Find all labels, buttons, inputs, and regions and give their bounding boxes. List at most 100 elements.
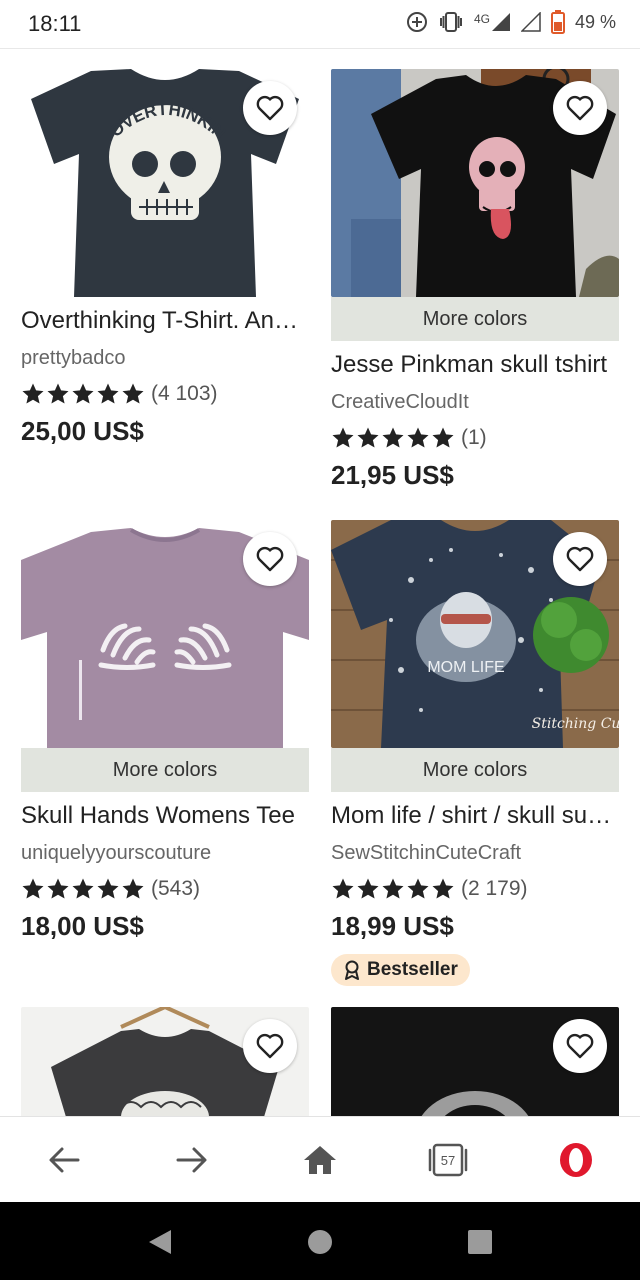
star-icon [357, 427, 379, 448]
price: 21,95 US$ [331, 460, 454, 490]
tabs-button[interactable]: 57 [416, 1128, 480, 1192]
product-image[interactable] [331, 69, 619, 297]
system-recents-icon[interactable] [466, 1228, 494, 1256]
product-card[interactable]: MOM LIFE Stitching Cute More colors Mom … [331, 520, 619, 986]
rating: (4 103) [21, 380, 309, 408]
product-title[interactable]: Overthinking T-Shirt. Anxiety Shirt [21, 307, 309, 335]
star-icon [47, 383, 69, 404]
star-icon [47, 878, 69, 899]
review-count: (543) [151, 877, 201, 900]
star-icon [122, 878, 144, 899]
vibrate-icon [438, 11, 464, 33]
status-time: 18:11 [28, 11, 82, 36]
star-icon [382, 878, 404, 899]
product-title[interactable]: Skull Hands Womens Tee [21, 802, 309, 830]
rating: (543) [21, 875, 309, 903]
product-image[interactable]: MOM LIFE Stitching Cute [331, 520, 619, 748]
product-card[interactable] [331, 1007, 619, 1116]
back-icon [49, 1147, 80, 1173]
badge-label: Bestseller [367, 959, 458, 980]
price: 18,00 US$ [21, 911, 144, 941]
rating: (1) [331, 424, 619, 452]
battery-percent: 49 % [574, 11, 616, 32]
more-colors-bar[interactable]: More colors [331, 297, 619, 341]
shop-name[interactable]: prettybadco [21, 347, 309, 370]
product-title[interactable]: Jesse Pinkman skull tshirt [331, 351, 619, 379]
product-image[interactable] [21, 1007, 309, 1116]
opera-menu-button[interactable] [544, 1128, 608, 1192]
back-button[interactable] [32, 1128, 96, 1192]
rating: (2 179) [331, 875, 619, 903]
signal-empty-icon [520, 12, 541, 32]
favorite-button[interactable] [553, 532, 607, 586]
product-title[interactable]: Mom life / shirt / skull sunglasses [331, 802, 619, 830]
shop-name[interactable]: uniquelyyourscouture [21, 842, 309, 865]
favorite-button[interactable] [553, 1019, 607, 1073]
shirt-print-text: MOM LIFE [427, 659, 504, 676]
product-image[interactable]: OVERTHINKING [21, 69, 309, 297]
product-feed[interactable]: OVERTHINKING Overthinking T-Shirt. Anxie… [0, 49, 640, 1116]
status-icons: 4G 49 % [406, 10, 616, 34]
star-icon [22, 383, 44, 404]
network-type: 4G [473, 12, 490, 26]
heart-icon [256, 546, 284, 572]
star-icon [432, 427, 454, 448]
watermark-text: Stitching Cute [532, 716, 619, 732]
product-image[interactable] [21, 520, 309, 748]
star-icon [332, 427, 354, 448]
data-saver-icon [406, 11, 428, 33]
product-card[interactable]: OVERTHINKING Overthinking T-Shirt. Anxie… [21, 69, 309, 447]
star-icon [407, 878, 429, 899]
bestseller-badge: Bestseller [331, 954, 470, 986]
award-ribbon-icon [345, 960, 359, 980]
signal-4g-icon: 4G [474, 12, 511, 32]
more-colors-bar[interactable]: More colors [21, 748, 309, 792]
battery-icon [550, 10, 565, 34]
price: 18,99 US$ [331, 911, 454, 941]
product-card[interactable]: More colors Skull Hands Womens Tee uniqu… [21, 520, 309, 942]
system-home-icon[interactable] [306, 1228, 334, 1256]
star-icon [357, 878, 379, 899]
shop-name[interactable]: SewStitchinCuteCraft [331, 842, 619, 865]
heart-icon [566, 1033, 594, 1059]
heart-icon [566, 95, 594, 121]
product-image[interactable] [331, 1007, 619, 1116]
star-rating [331, 426, 455, 450]
star-icon [382, 427, 404, 448]
star-icon [407, 427, 429, 448]
price: 25,00 US$ [21, 416, 144, 446]
more-colors-bar[interactable]: More colors [331, 748, 619, 792]
favorite-button[interactable] [243, 532, 297, 586]
heart-icon [566, 546, 594, 572]
favorite-button[interactable] [553, 81, 607, 135]
star-icon [72, 878, 94, 899]
system-nav-bar [0, 1202, 640, 1280]
review-count: (4 103) [151, 382, 218, 405]
home-button[interactable] [288, 1128, 352, 1192]
heart-icon [256, 1033, 284, 1059]
opera-icon [560, 1143, 592, 1177]
status-bar: 18:11 4G 49 % [0, 0, 640, 48]
review-count: (2 179) [461, 877, 528, 900]
system-back-icon[interactable] [145, 1228, 173, 1256]
star-icon [97, 383, 119, 404]
star-icon [122, 383, 144, 404]
review-count: (1) [461, 426, 487, 449]
home-icon [304, 1146, 336, 1174]
star-icon [332, 878, 354, 899]
star-icon [72, 383, 94, 404]
favorite-button[interactable] [243, 1019, 297, 1073]
star-icon [22, 878, 44, 899]
star-rating [21, 382, 145, 406]
forward-icon [176, 1147, 207, 1173]
star-rating [331, 877, 455, 901]
product-card[interactable]: More colors Jesse Pinkman skull tshirt C… [331, 69, 619, 491]
shop-name[interactable]: CreativeCloudIt [331, 391, 619, 414]
star-icon [432, 878, 454, 899]
star-rating [21, 877, 145, 901]
forward-button[interactable] [160, 1128, 224, 1192]
product-card[interactable] [21, 1007, 309, 1116]
star-icon [97, 878, 119, 899]
tabs-count: 57 [440, 1152, 456, 1168]
favorite-button[interactable] [243, 81, 297, 135]
